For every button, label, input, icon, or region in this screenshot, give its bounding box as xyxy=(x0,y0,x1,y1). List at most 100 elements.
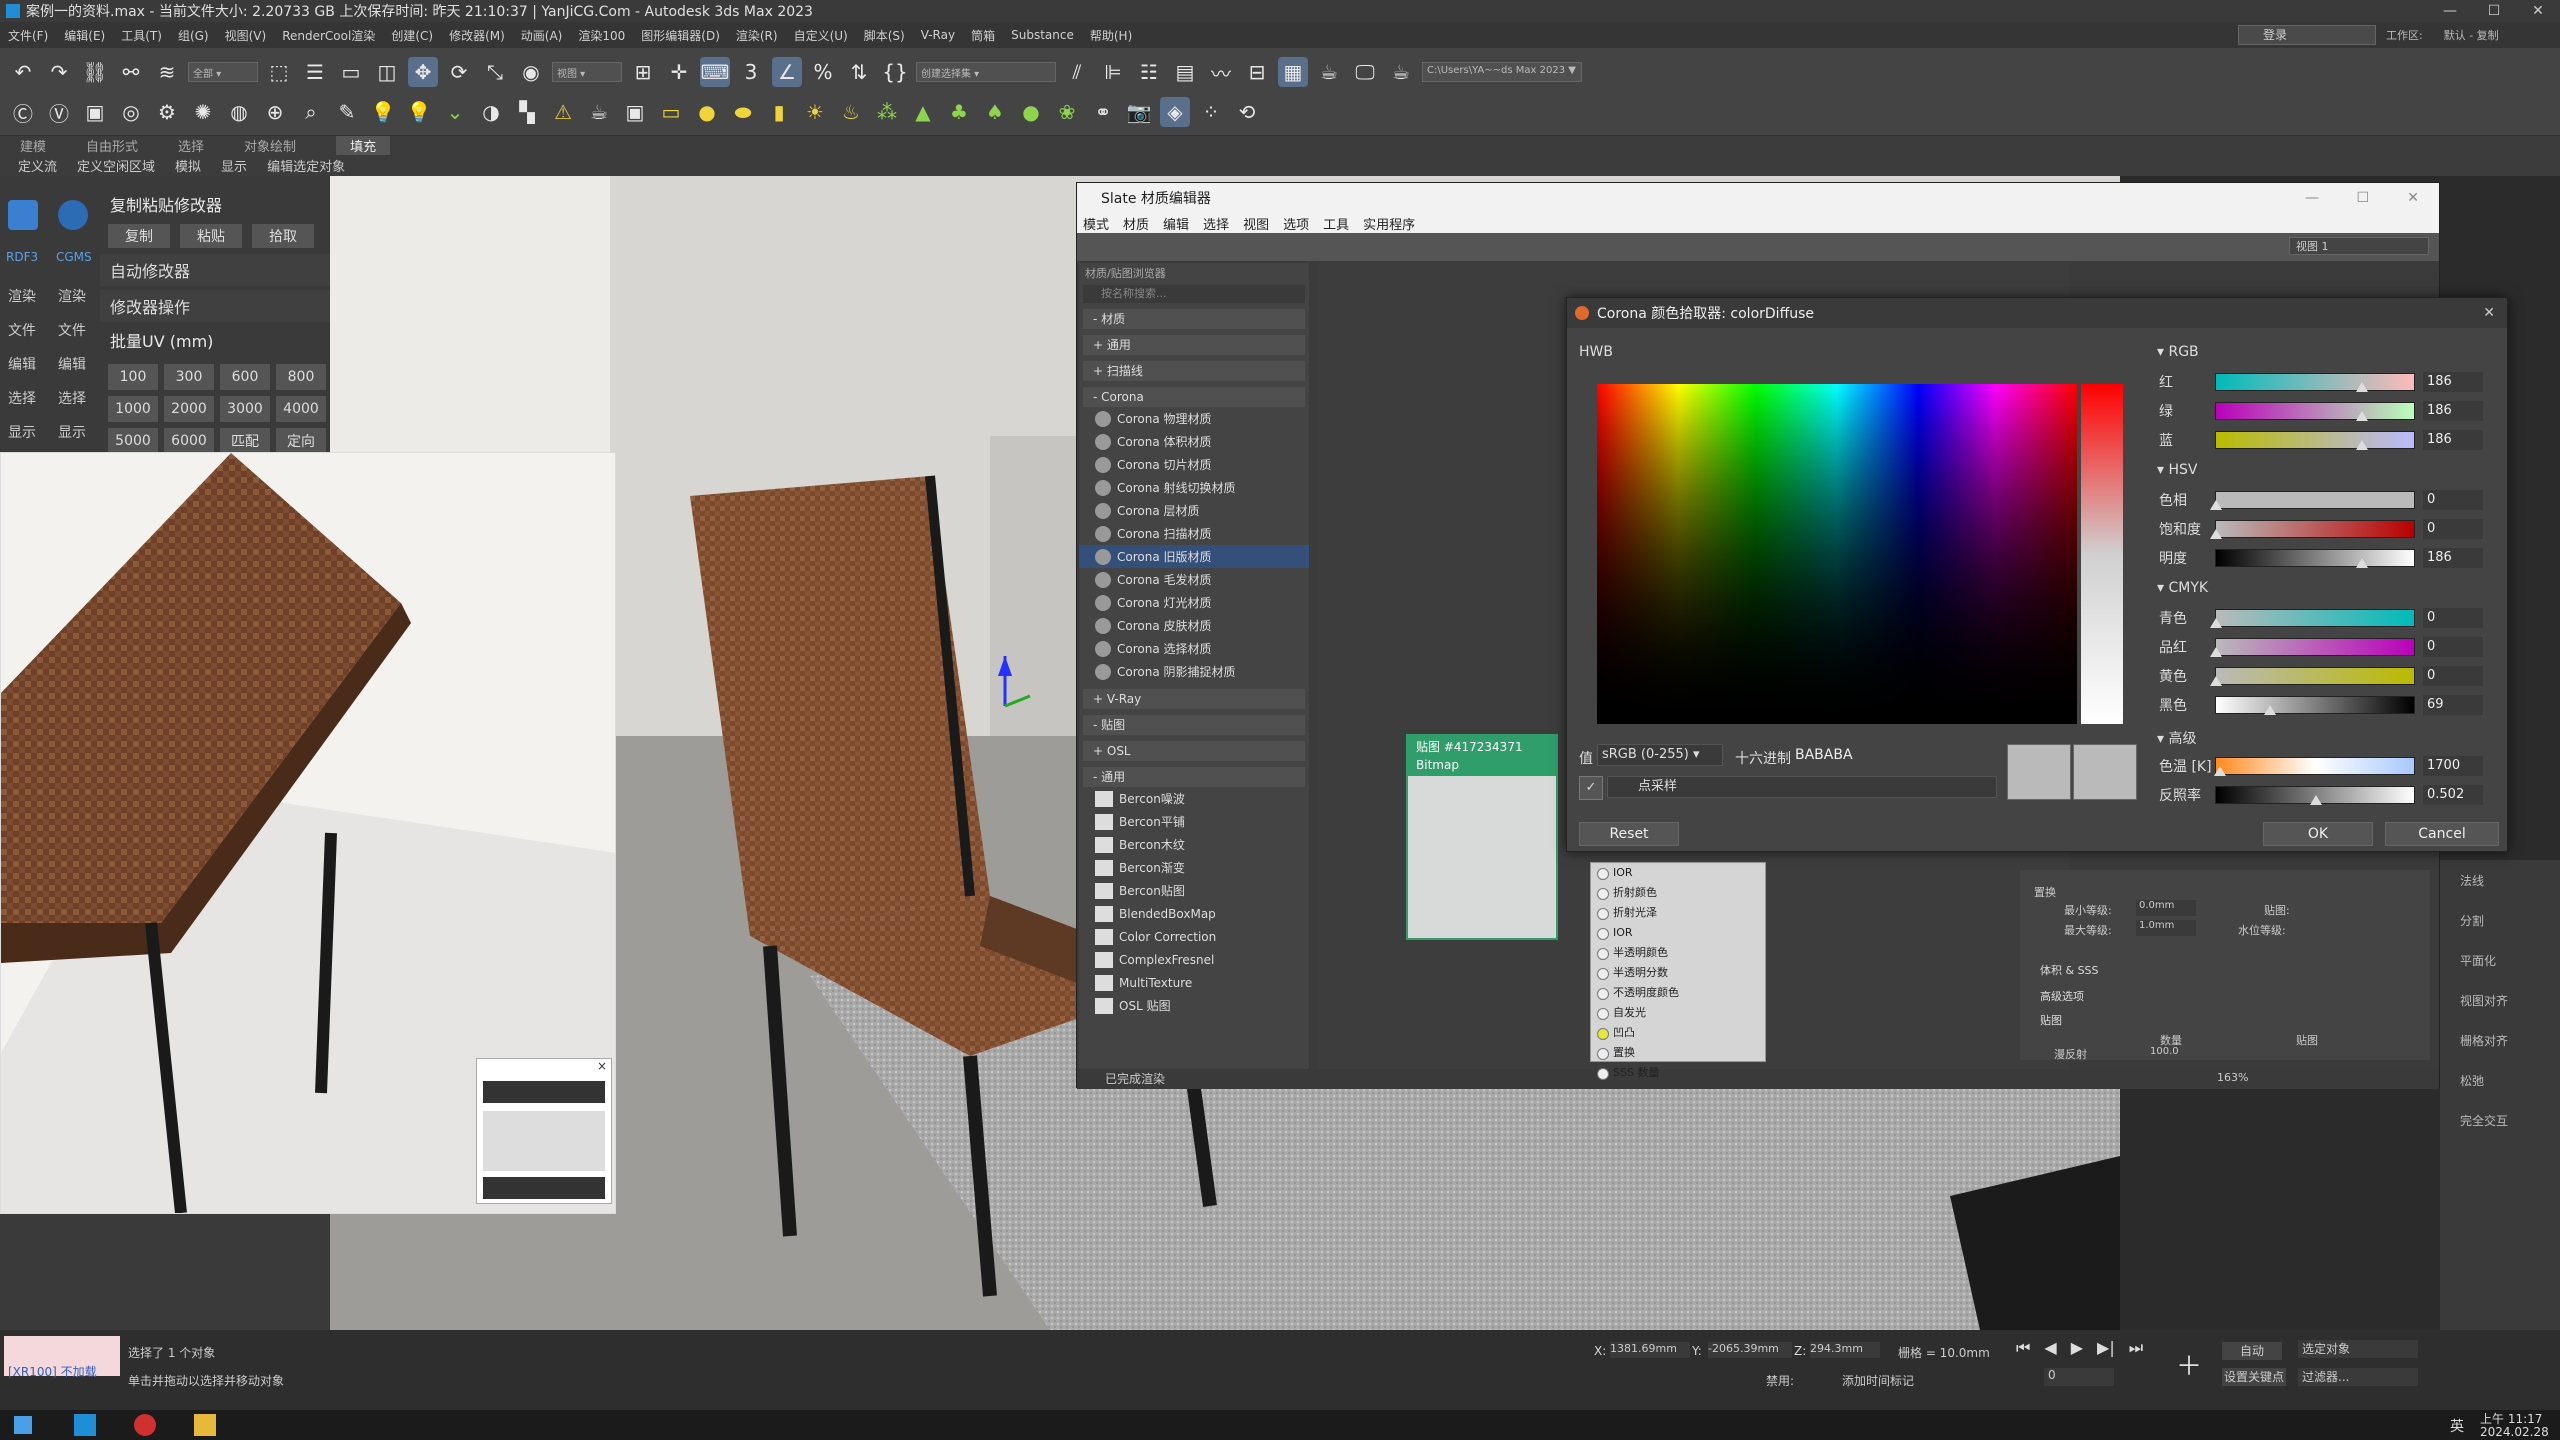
render-icon[interactable]: ☕ xyxy=(1386,57,1416,87)
select-by-name-icon[interactable]: ☰ xyxy=(300,57,330,87)
diffuse-amount[interactable]: 100.0 xyxy=(2150,1046,2179,1057)
eyedropper-icon[interactable]: ✓ xyxy=(1579,776,1603,800)
right-strip-item[interactable]: 完全交互 xyxy=(2460,1112,2508,1129)
menu-item-2[interactable]: 工具(T) xyxy=(121,27,162,44)
cmyk-value-input[interactable]: 0 xyxy=(2423,666,2483,686)
node-input-slot[interactable]: 半透明颜色 xyxy=(1591,943,1765,963)
rotate-icon[interactable]: ⟳ xyxy=(444,57,474,87)
material-list-item[interactable]: Corona 切片材质 xyxy=(1079,453,1309,476)
plane-light-icon[interactable]: ▭ xyxy=(656,97,686,127)
grass-icon[interactable]: ▲ xyxy=(908,97,938,127)
frame-icon[interactable]: ▣ xyxy=(620,97,650,127)
schematic-view-icon[interactable]: ⊟ xyxy=(1242,57,1272,87)
ok-button[interactable]: OK xyxy=(2263,822,2373,846)
reference-coord-dropdown[interactable]: 视图 ▾ xyxy=(552,62,622,82)
node-input-slot[interactable]: 凹凸 xyxy=(1591,1023,1765,1043)
menu-item-10[interactable]: 图形编辑器(D) xyxy=(641,27,720,44)
rdf3-icon[interactable] xyxy=(8,200,38,230)
cgms-icon[interactable] xyxy=(58,200,88,230)
slider-knob[interactable] xyxy=(2210,500,2222,510)
menu-item-0[interactable]: 文件(F) xyxy=(8,27,48,44)
bind-space-warp-icon[interactable]: ≋ xyxy=(152,57,182,87)
slate-menu-item-0[interactable]: 模式 xyxy=(1083,214,1109,233)
slider-knob[interactable] xyxy=(2356,558,2368,568)
map-list-item[interactable]: OSL 贴图 xyxy=(1079,994,1309,1017)
slider-knob[interactable] xyxy=(2310,795,2322,805)
menu-item-17[interactable]: 帮助(H) xyxy=(1090,27,1132,44)
ribbon-toggle-icon[interactable]: ▤ xyxy=(1170,57,1200,87)
corona-color-picker[interactable]: Corona 颜色拾取器: colorDiffuse ✕ HWB ▾ RGB ▾… xyxy=(1566,297,2508,852)
camera-icon[interactable]: 📷 xyxy=(1124,97,1154,127)
render-frame-icon[interactable]: 🖵 xyxy=(1350,57,1380,87)
map-list-item[interactable]: Bercon渐变 xyxy=(1079,856,1309,879)
login-dropdown[interactable]: 登录 xyxy=(2238,25,2376,45)
material-list-item[interactable]: Corona 射线切换材质 xyxy=(1079,476,1309,499)
sky-icon[interactable]: ☀ xyxy=(800,97,830,127)
hsv-value-input[interactable]: 0 xyxy=(2423,490,2483,510)
render-setup-icon[interactable]: ☕ xyxy=(1314,57,1344,87)
pick-mode-dropdown[interactable]: 点采样 xyxy=(1607,776,1997,798)
uv-preset-button[interactable]: 4000 xyxy=(276,396,326,422)
material-list-item[interactable]: Corona 层材质 xyxy=(1079,499,1309,522)
proxy-icon[interactable]: ⚭ xyxy=(1088,97,1118,127)
undo-icon[interactable]: ↶ xyxy=(8,57,38,87)
slate-close-button[interactable]: ✕ xyxy=(2407,190,2419,206)
ribbon-sub-0[interactable]: 定义流 xyxy=(18,156,57,175)
convert-icon[interactable]: ⟲ xyxy=(1232,97,1262,127)
side-left-item-0[interactable]: 渲染 xyxy=(8,286,36,306)
close-icon[interactable]: × xyxy=(597,1059,607,1073)
uv-preset-button[interactable]: 300 xyxy=(164,364,214,390)
uv-preset-button[interactable]: 6000 xyxy=(164,428,214,454)
vfb-icon[interactable]: ◈ xyxy=(1160,97,1190,127)
y-coord-input[interactable]: -2065.39mm xyxy=(1708,1342,1792,1358)
hex-input[interactable]: BABABA xyxy=(1795,744,1905,766)
set-key-button[interactable]: 设置关键点 xyxy=(2222,1368,2286,1386)
advanced-slider[interactable] xyxy=(2215,786,2415,805)
menu-item-9[interactable]: 渲染100 xyxy=(578,27,625,44)
ribbon-tab-0[interactable]: 建模 xyxy=(20,136,46,155)
material-list-item[interactable]: Corona 毛发材质 xyxy=(1079,568,1309,591)
browser-group[interactable]: + OSL xyxy=(1083,741,1305,761)
lamp-icon[interactable]: ♨ xyxy=(836,97,866,127)
menu-item-3[interactable]: 组(G) xyxy=(178,27,209,44)
slider-knob[interactable] xyxy=(2210,647,2222,657)
menu-item-8[interactable]: 动画(A) xyxy=(521,27,563,44)
menu-item-1[interactable]: 编辑(E) xyxy=(64,27,105,44)
set-key-icon[interactable]: ＋ xyxy=(2176,1346,2202,1383)
layer-explorer-icon[interactable]: ☷ xyxy=(1134,57,1164,87)
ribbon-sub-3[interactable]: 显示 xyxy=(221,156,247,175)
project-path-dropdown[interactable]: C:\Users\YA~~ds Max 2023 ▼ xyxy=(1422,62,1582,82)
vray-icon[interactable]: Ⓥ xyxy=(44,97,74,127)
slate-menu-item-5[interactable]: 选项 xyxy=(1283,214,1309,233)
advanced-value-input[interactable]: 0.502 xyxy=(2423,785,2483,805)
menu-item-13[interactable]: 脚本(S) xyxy=(864,27,905,44)
slate-maximize-button[interactable]: ☐ xyxy=(2356,190,2369,206)
slider-knob[interactable] xyxy=(2356,411,2368,421)
right-strip-item[interactable]: 松弛 xyxy=(2460,1072,2484,1089)
ribbon-tab-3[interactable]: 对象绘制 xyxy=(244,136,296,155)
lightness-strip[interactable] xyxy=(2081,384,2123,724)
z-coord-input[interactable]: 294.3mm xyxy=(1810,1342,1880,1358)
3dsmax-taskbar-icon[interactable] xyxy=(74,1414,96,1436)
slider-knob[interactable] xyxy=(2210,618,2222,628)
uv-preset-button[interactable]: 100 xyxy=(108,364,158,390)
rgb-slider[interactable] xyxy=(2215,431,2415,450)
redo-icon[interactable]: ↷ xyxy=(44,57,74,87)
snap-3d-icon[interactable]: 3 xyxy=(736,57,766,87)
aperture-icon[interactable]: ✺ xyxy=(188,97,218,127)
advanced-value-input[interactable]: 1700 xyxy=(2423,756,2483,776)
browser-group[interactable]: + V-Ray xyxy=(1083,689,1305,709)
node-input-slot[interactable]: IOR xyxy=(1591,923,1765,943)
hsv-slider[interactable] xyxy=(2215,549,2415,568)
material-list-item[interactable]: Corona 扫描材质 xyxy=(1079,522,1309,545)
obj-icon[interactable]: ◎ xyxy=(116,97,146,127)
corona-icon[interactable]: Ⓒ xyxy=(8,97,38,127)
pivot-icon[interactable]: ⊞ xyxy=(628,57,658,87)
teapot-icon[interactable]: ☕ xyxy=(584,97,614,127)
material-list-item[interactable]: Corona 皮肤材质 xyxy=(1079,614,1309,637)
percent-snap-icon[interactable]: % xyxy=(808,57,838,87)
warning-icon[interactable]: ⚠ xyxy=(548,97,578,127)
browser-group[interactable]: - Corona xyxy=(1083,387,1305,407)
gear-icon[interactable]: ⚙ xyxy=(152,97,182,127)
rgb-value-input[interactable]: 186 xyxy=(2423,372,2483,392)
